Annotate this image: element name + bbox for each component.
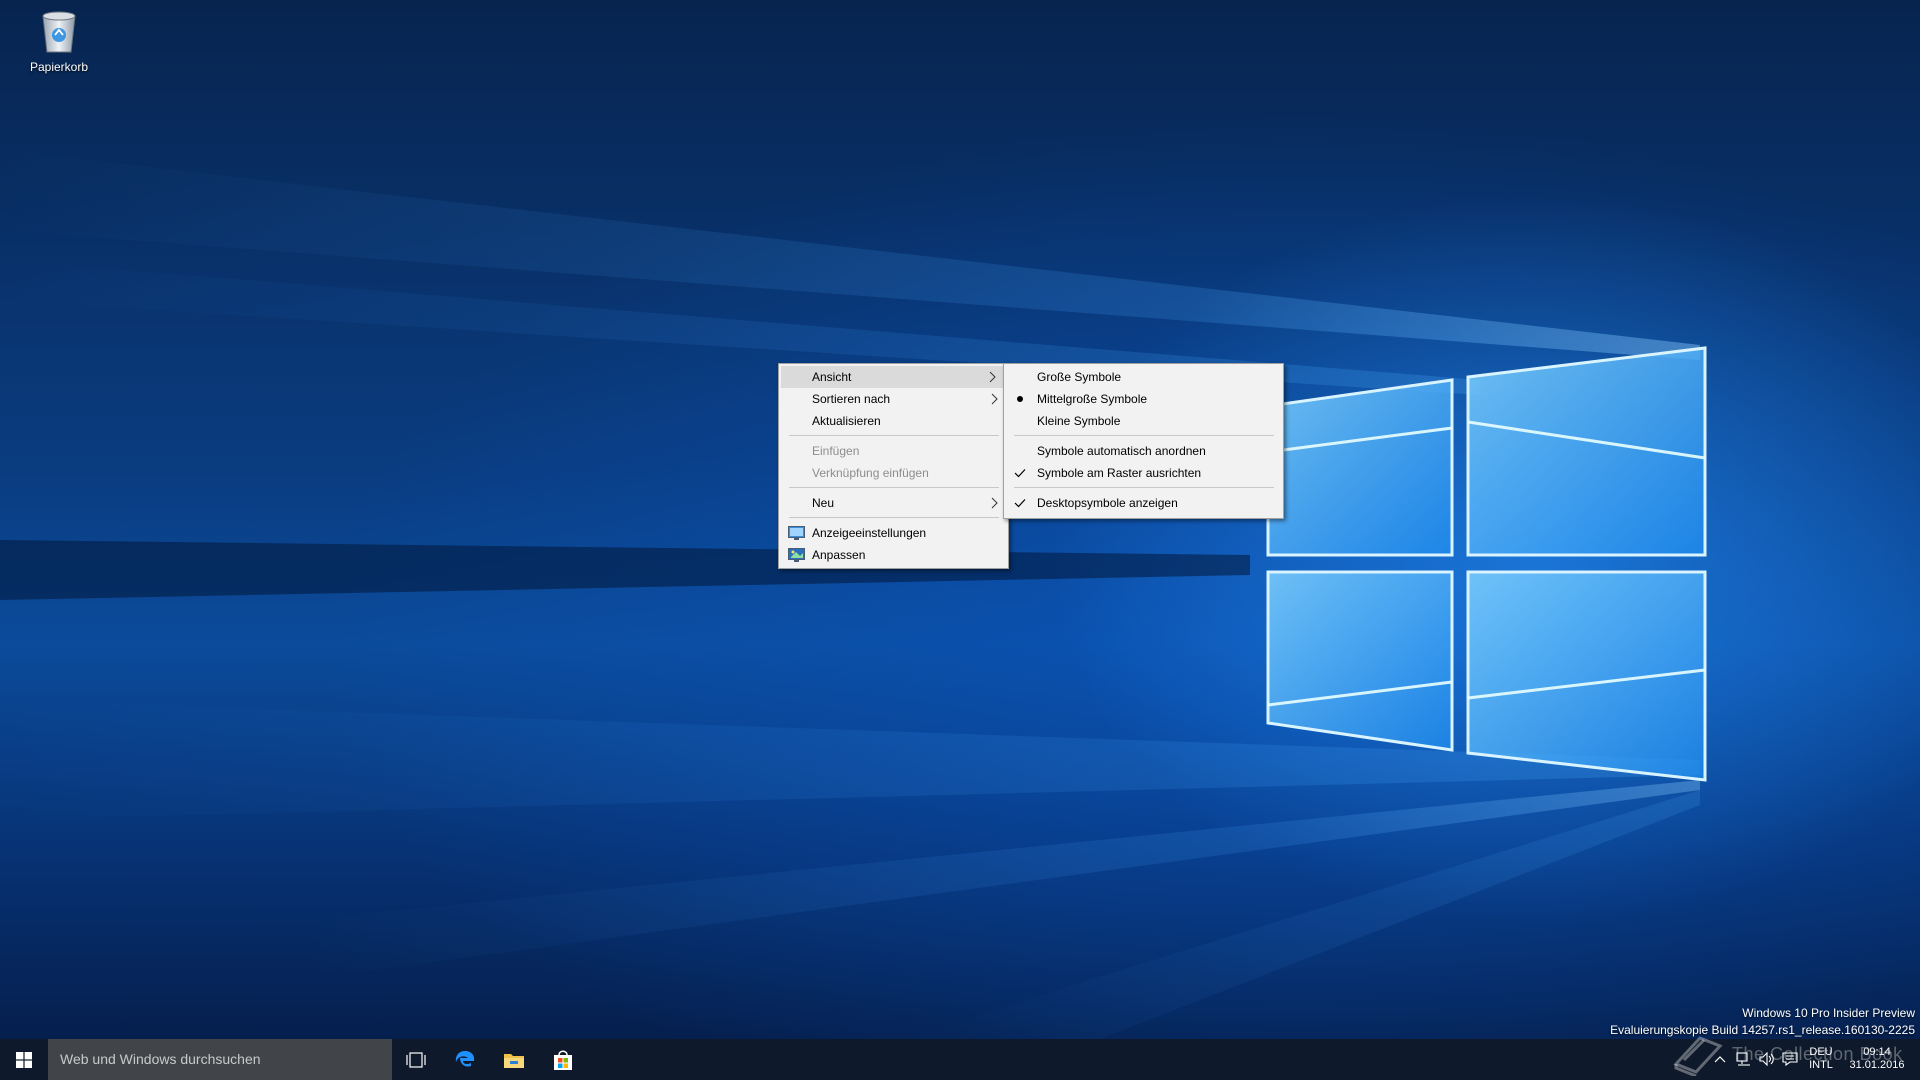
menu-item-label: Symbole am Raster ausrichten <box>1037 466 1202 480</box>
menu-item-label: Anzeigeeinstellungen <box>812 526 927 540</box>
menu-item-label: Neu <box>812 496 835 510</box>
submenu-item-desktopsymbole-anzeigen[interactable]: Desktopsymbole anzeigen <box>1004 492 1283 514</box>
watermark-edition: Windows 10 Pro Insider Preview <box>1742 1006 1915 1020</box>
file-explorer-icon <box>504 1053 524 1068</box>
menu-item-label: Einfügen <box>812 444 860 458</box>
menu-separator <box>789 435 999 436</box>
submenu-item-mittelgrosse-symbole[interactable]: Mittelgroße Symbole <box>1004 388 1283 410</box>
brand-watermark-text: The Collection Book <box>1732 1044 1903 1064</box>
desktop-icon-label: Papierkorb <box>29 60 89 74</box>
menu-item-label: Verknüpfung einfügen <box>812 466 929 480</box>
menu-item-label: Sortieren nach <box>812 392 891 406</box>
search-placeholder: Web und Windows durchsuchen <box>60 1051 261 1067</box>
desktop-background[interactable]: Papierkorb Ansicht Sortieren nach Aktual… <box>0 0 1920 1039</box>
view-submenu: Große Symbole Mittelgroße Symbole Kleine… <box>1003 363 1284 519</box>
brand-watermark: The Collection Book <box>1670 1030 1910 1076</box>
menu-separator <box>789 487 999 488</box>
store-button[interactable] <box>539 1039 587 1080</box>
menu-item-label: Große Symbole <box>1037 370 1122 384</box>
checkmark-icon <box>1012 462 1028 484</box>
chevron-right-icon <box>991 497 998 509</box>
menu-item-label: Symbole automatisch anordnen <box>1037 444 1206 458</box>
windows-start-icon <box>16 1051 32 1068</box>
search-input[interactable]: Web und Windows durchsuchen <box>48 1039 392 1080</box>
menu-item-anpassen[interactable]: Anpassen <box>779 544 1008 566</box>
submenu-item-automatisch-anordnen[interactable]: Symbole automatisch anordnen <box>1004 440 1283 462</box>
menu-item-label: Ansicht <box>812 370 852 384</box>
menu-item-label: Mittelgroße Symbole <box>1037 392 1148 406</box>
menu-item-neu[interactable]: Neu <box>779 492 1008 514</box>
file-explorer-button[interactable] <box>490 1039 538 1080</box>
menu-separator <box>789 517 999 518</box>
submenu-item-grosse-symbole[interactable]: Große Symbole <box>1004 366 1283 388</box>
submenu-item-raster-ausrichten[interactable]: Symbole am Raster ausrichten <box>1004 462 1283 484</box>
task-view-icon <box>406 1051 426 1068</box>
chevron-right-icon <box>989 371 996 383</box>
menu-separator <box>1014 435 1274 436</box>
menu-item-ansicht[interactable]: Ansicht <box>781 366 1006 388</box>
menu-item-label: Aktualisieren <box>812 414 881 428</box>
book-logo-icon <box>1673 1036 1723 1076</box>
display-settings-icon <box>788 526 805 540</box>
menu-item-sortieren-nach[interactable]: Sortieren nach <box>779 388 1008 410</box>
task-view-button[interactable] <box>392 1039 440 1080</box>
menu-item-aktualisieren[interactable]: Aktualisieren <box>779 410 1008 432</box>
menu-item-label: Kleine Symbole <box>1037 414 1121 428</box>
checkmark-icon <box>1012 492 1028 514</box>
submenu-item-kleine-symbole[interactable]: Kleine Symbole <box>1004 410 1283 432</box>
store-icon <box>554 1050 572 1070</box>
taskbar: Web und Windows durchsuchen DEU INTL 09:… <box>0 1039 1920 1080</box>
radio-dot-icon <box>1012 388 1028 410</box>
edge-button[interactable] <box>441 1039 489 1080</box>
chevron-right-icon <box>991 393 998 405</box>
menu-item-verknuepfung-einfuegen: Verknüpfung einfügen <box>779 462 1008 484</box>
edge-icon <box>455 1050 475 1067</box>
menu-item-einfuegen: Einfügen <box>779 440 1008 462</box>
desktop-icon-recycle-bin[interactable]: Papierkorb <box>20 8 98 78</box>
start-button[interactable] <box>0 1039 48 1080</box>
desktop-context-menu: Ansicht Sortieren nach Aktualisieren Ein… <box>778 363 1009 569</box>
menu-separator <box>1014 487 1274 488</box>
personalize-icon <box>788 548 805 562</box>
recycle-bin-icon <box>42 11 76 53</box>
windows-logo-wallpaper <box>1266 346 1707 782</box>
menu-item-anzeigeeinstellungen[interactable]: Anzeigeeinstellungen <box>779 522 1008 544</box>
menu-item-label: Anpassen <box>812 548 866 562</box>
menu-item-label: Desktopsymbole anzeigen <box>1037 496 1178 510</box>
